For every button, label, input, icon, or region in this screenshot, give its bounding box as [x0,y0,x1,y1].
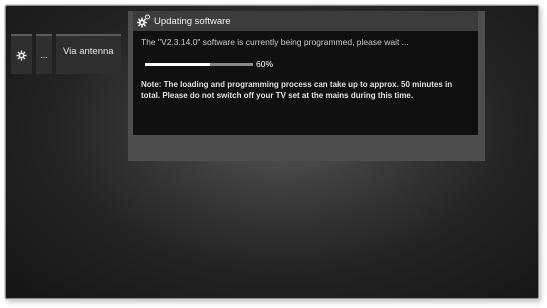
tv-screen: ... Via antenna Updating software The "V… [5,5,539,299]
progress-row: 60% [145,59,273,69]
gears-icon [137,14,151,28]
tab-more[interactable]: ... [36,34,52,74]
screen-frame: ... Via antenna Updating software The "V… [0,0,547,308]
progress-bar [145,62,253,66]
tab-via-antenna-label: Via antenna [63,46,114,57]
gear-icon [16,49,27,61]
update-dialog: Updating software The "V2.3.14.0" softwa… [128,11,485,161]
progress-bar-fill [145,62,210,66]
tab-more-label: ... [40,50,48,60]
tab-settings[interactable] [11,34,32,74]
update-dialog-header: Updating software [133,11,478,31]
note-message: Note: The loading and programming proces… [141,80,453,100]
dialog-title: Updating software [154,15,231,27]
update-dialog-body: Updating software The "V2.3.14.0" softwa… [133,11,478,135]
status-message: The "V2.3.14.0" software is currently be… [141,37,409,47]
tab-via-antenna[interactable]: Via antenna [56,34,121,74]
progress-percent: 60% [256,59,274,69]
tab-strip: ... Via antenna [11,34,121,74]
